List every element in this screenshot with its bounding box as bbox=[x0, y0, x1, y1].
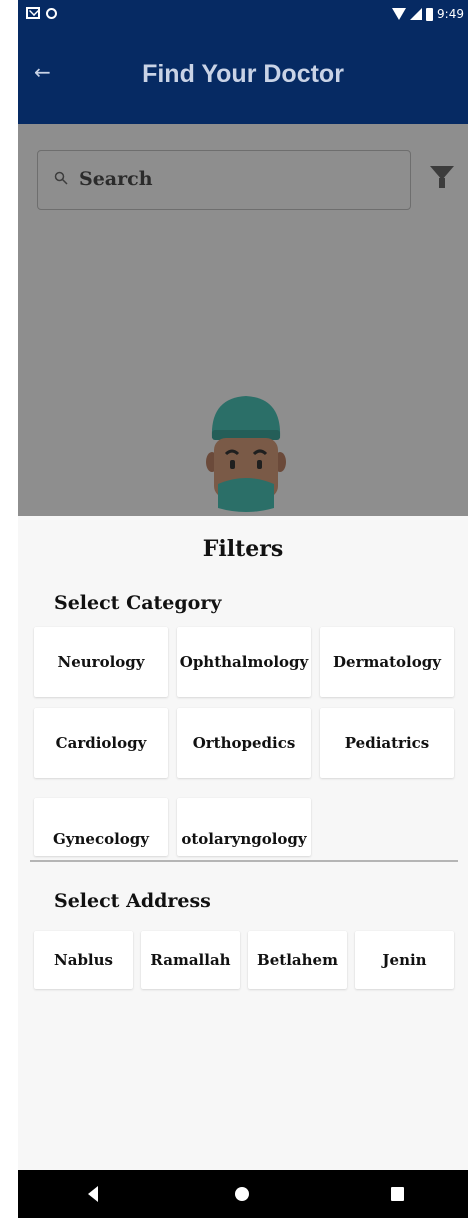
battery-icon bbox=[426, 7, 434, 21]
address-chip-nablus[interactable]: Nablus bbox=[34, 931, 133, 989]
main-content-overlay[interactable]: Search bbox=[18, 124, 468, 516]
app-bar: ← Find Your Doctor bbox=[18, 30, 468, 124]
filters-title: Filters bbox=[202, 536, 284, 562]
search-icon bbox=[54, 171, 68, 185]
category-section-title: Select Category bbox=[54, 592, 222, 614]
status-bar: 9:49 bbox=[18, 0, 468, 30]
address-chip-betlahem[interactable]: Betlahem bbox=[248, 931, 347, 989]
category-chip-otolaryngology[interactable]: otolaryngology bbox=[177, 798, 311, 856]
filter-icon[interactable] bbox=[430, 166, 454, 188]
category-chip-pediatrics[interactable]: Pediatrics bbox=[320, 708, 454, 778]
search-input[interactable]: Search bbox=[79, 168, 153, 190]
category-chip-ophthalmology[interactable]: Ophthalmology bbox=[177, 627, 311, 697]
category-chip-neurology[interactable]: Neurology bbox=[34, 627, 168, 697]
screen: 9:49 ← Find Your Doctor Search Filters S… bbox=[18, 0, 468, 1218]
address-section-title: Select Address bbox=[54, 890, 211, 912]
filters-sheet: Filters Select Category Neurology Ophtha… bbox=[18, 516, 468, 1170]
nav-recent-icon[interactable] bbox=[391, 1187, 404, 1201]
signal-icon bbox=[410, 8, 423, 20]
mail-icon bbox=[26, 7, 40, 19]
nav-home-icon[interactable] bbox=[235, 1187, 249, 1201]
doctor-avatar bbox=[206, 396, 286, 512]
search-field[interactable]: Search bbox=[37, 150, 411, 210]
system-nav-bar bbox=[18, 1170, 468, 1218]
circle-icon bbox=[46, 7, 57, 19]
address-chip-ramallah[interactable]: Ramallah bbox=[141, 931, 240, 989]
address-chip-jenin[interactable]: Jenin bbox=[355, 931, 454, 989]
category-chip-gynecology[interactable]: Gynecology bbox=[34, 798, 168, 856]
section-divider bbox=[30, 860, 458, 862]
wifi-icon bbox=[392, 8, 407, 20]
page-title: Find Your Doctor bbox=[142, 60, 344, 88]
category-chip-cardiology[interactable]: Cardiology bbox=[34, 708, 168, 778]
category-chip-dermatology[interactable]: Dermatology bbox=[320, 627, 454, 697]
status-time: 9:49 bbox=[437, 7, 464, 21]
nav-back-icon[interactable] bbox=[88, 1186, 98, 1202]
category-chip-orthopedics[interactable]: Orthopedics bbox=[177, 708, 311, 778]
